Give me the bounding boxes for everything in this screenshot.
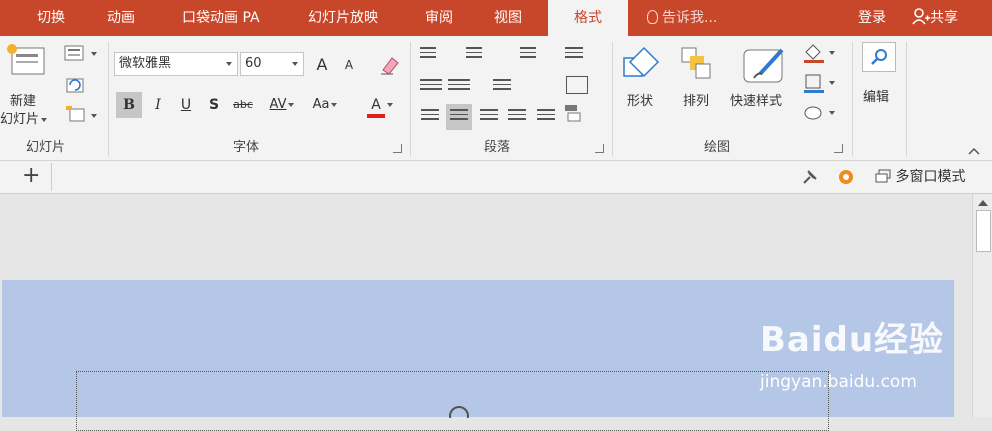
login-button[interactable]: 登录 <box>858 0 886 36</box>
arrange-icon[interactable] <box>680 46 716 82</box>
italic-button[interactable]: I <box>145 92 171 118</box>
underline-button[interactable]: U <box>173 92 199 118</box>
tab-slideshow[interactable]: 幻灯片放映 <box>308 0 378 36</box>
lightbulb-icon <box>647 10 658 24</box>
align-text-icon[interactable] <box>566 76 588 94</box>
text-direction-icon[interactable] <box>565 44 583 61</box>
shape-outline-icon[interactable] <box>802 72 836 94</box>
find-icon[interactable] <box>862 42 896 72</box>
scroll-up-icon[interactable] <box>978 200 988 206</box>
drawing-dialog-launcher[interactable] <box>834 144 843 153</box>
decrease-indent-icon[interactable] <box>420 76 442 93</box>
tab-format[interactable]: 格式 <box>548 0 628 36</box>
ribbon: 新建 幻灯片 幻灯片 微软雅黑 60 A A B I U S abc AV Aa… <box>0 36 992 161</box>
group-divider <box>410 42 411 156</box>
group-label-font: 字体 <box>233 140 260 155</box>
change-case-button[interactable]: Aa <box>305 92 345 118</box>
collapse-ribbon-icon[interactable] <box>968 140 980 155</box>
tab-pocket-animation[interactable]: 口袋动画 PA <box>182 0 260 36</box>
strikethrough-button[interactable]: abc <box>230 92 256 118</box>
watermark-url: jingyan.baidu.com <box>760 372 917 392</box>
shrink-font-button[interactable]: A <box>336 52 362 78</box>
group-label-drawing: 绘图 <box>704 140 731 155</box>
smartart-icon[interactable] <box>564 104 586 122</box>
group-divider <box>612 42 613 156</box>
new-slide-icon[interactable] <box>4 42 46 78</box>
align-right-icon[interactable] <box>480 106 498 123</box>
tab-animations[interactable]: 动画 <box>107 0 135 36</box>
vertical-scrollbar[interactable] <box>972 194 992 417</box>
scroll-thumb[interactable] <box>976 210 991 252</box>
shapes-icon[interactable] <box>622 44 662 84</box>
paragraph-dialog-launcher[interactable] <box>595 144 604 153</box>
quick-styles-icon[interactable] <box>742 44 788 86</box>
tell-me-search[interactable]: 告诉我... <box>647 0 717 36</box>
pin-icon[interactable] <box>800 167 820 187</box>
group-divider <box>906 42 907 156</box>
quick-styles-label[interactable]: 快速样式 <box>730 90 782 109</box>
add-tab-button[interactable]: + <box>22 164 40 188</box>
new-slide-label-2[interactable]: 幻灯片 <box>0 108 48 127</box>
windows-icon <box>875 169 891 183</box>
settings-gear-icon[interactable] <box>836 167 856 187</box>
group-label-slides: 幻灯片 <box>26 140 66 155</box>
multi-window-mode-button[interactable]: 多窗口模式 <box>875 161 965 193</box>
toolbar-divider <box>51 163 52 191</box>
ribbon-tab-bar: 切换 动画 口袋动画 PA 幻灯片放映 审阅 视图 格式 告诉我... 登录 共… <box>0 0 992 36</box>
new-slide-label[interactable]: 新建 <box>10 90 36 109</box>
section-icon[interactable] <box>64 104 100 124</box>
justify-icon[interactable] <box>508 106 526 123</box>
align-left-icon[interactable] <box>421 106 439 123</box>
reset-icon[interactable] <box>64 76 88 96</box>
grow-font-button[interactable]: A <box>309 52 335 78</box>
font-dialog-launcher[interactable] <box>393 144 402 153</box>
tab-review[interactable]: 审阅 <box>425 0 453 36</box>
editing-label[interactable]: 编辑 <box>863 86 889 105</box>
font-name-combo[interactable]: 微软雅黑 <box>114 52 238 76</box>
columns-icon[interactable] <box>493 76 511 93</box>
group-label-paragraph: 段落 <box>484 140 511 155</box>
tab-toolbar-row: + 多窗口模式 <box>0 161 992 194</box>
rotate-handle-icon[interactable] <box>447 402 471 426</box>
line-spacing-icon[interactable] <box>520 44 536 61</box>
tab-view[interactable]: 视图 <box>494 0 522 36</box>
distributed-icon[interactable] <box>537 106 555 123</box>
char-spacing-button[interactable]: AV <box>262 92 302 118</box>
watermark-logo: Baidu经验 <box>760 320 945 360</box>
shape-effects-icon[interactable] <box>802 102 836 124</box>
shape-fill-icon[interactable] <box>802 42 836 64</box>
numbering-icon[interactable] <box>466 44 482 61</box>
shapes-label[interactable]: 形状 <box>627 90 653 109</box>
group-divider <box>108 42 109 156</box>
share-button[interactable]: 共享 <box>912 0 958 36</box>
increase-indent-icon[interactable] <box>448 76 470 93</box>
bold-button[interactable]: B <box>116 92 142 118</box>
person-icon <box>912 8 930 25</box>
clear-format-icon[interactable] <box>378 54 400 76</box>
align-center-icon[interactable] <box>446 104 472 130</box>
tab-transitions[interactable]: 切换 <box>37 0 65 36</box>
title-placeholder[interactable] <box>76 371 829 431</box>
font-color-button[interactable]: A <box>358 92 402 118</box>
group-divider <box>852 42 853 156</box>
font-size-combo[interactable]: 60 <box>240 52 304 76</box>
layout-icon[interactable] <box>64 44 100 64</box>
shadow-button[interactable]: S <box>201 92 227 118</box>
bullets-icon[interactable] <box>420 44 436 61</box>
arrange-label[interactable]: 排列 <box>683 90 709 109</box>
